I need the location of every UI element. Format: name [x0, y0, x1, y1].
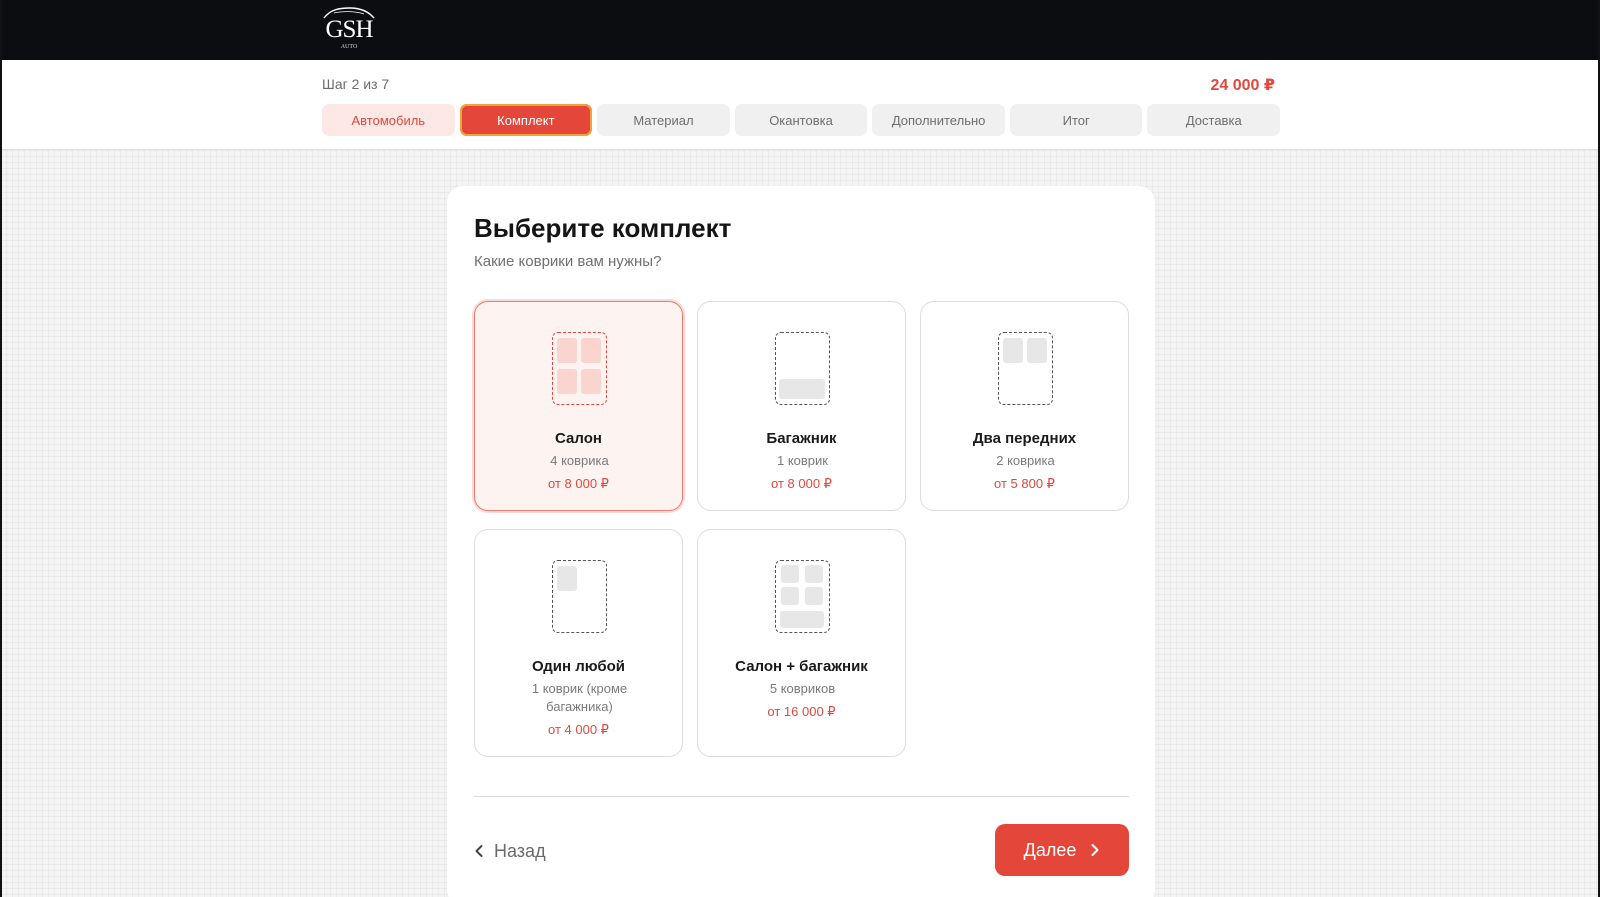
- option-count: 1 коврик: [777, 453, 828, 468]
- step-tab-car[interactable]: Автомобиль: [322, 104, 455, 136]
- step-counter: Шаг 2 из 7: [322, 76, 390, 92]
- wizard-header: Шаг 2 из 7 24 000 ₽ Автомобиль Комплект …: [2, 60, 1598, 150]
- cabin-mats-icon: [552, 332, 607, 405]
- brand-logo[interactable]: GSH AUTO: [320, 6, 378, 54]
- next-button-label: Далее: [1023, 839, 1077, 860]
- step-tab-extras[interactable]: Дополнительно: [872, 104, 1005, 136]
- chevron-right-icon: [1091, 844, 1099, 856]
- option-count: 1 коврик (кроме багажника): [531, 681, 628, 714]
- step-tab-material[interactable]: Материал: [597, 104, 730, 136]
- option-cabin-trunk[interactable]: Салон + багажник 5 ковриков от 16 000 ₽: [697, 529, 906, 757]
- option-name: Один любой: [531, 658, 626, 675]
- option-price: от 4 000 ₽: [548, 722, 609, 737]
- step-tab-delivery[interactable]: Доставка: [1147, 104, 1281, 136]
- option-price: от 16 000 ₽: [767, 704, 836, 719]
- step-tab-summary[interactable]: Итог: [1009, 104, 1143, 136]
- option-name: Салон + багажник: [735, 658, 868, 675]
- option-price: от 8 000 ₽: [548, 476, 609, 491]
- option-count: 2 коврика: [996, 453, 1055, 468]
- divider: [474, 796, 1129, 797]
- option-two-front[interactable]: Два передних 2 коврика от 5 800 ₽: [920, 301, 1129, 511]
- option-single-any[interactable]: Один любой 1 коврик (кроме багажника) от…: [474, 529, 683, 757]
- step-tab-set[interactable]: Комплект: [459, 104, 593, 136]
- chevron-left-icon: [475, 845, 483, 857]
- single-mat-icon: [552, 560, 607, 633]
- option-count: 5 ковриков: [769, 681, 836, 696]
- back-button-label: Назад: [494, 840, 546, 861]
- trunk-mat-icon: [775, 332, 830, 405]
- next-button[interactable]: Далее: [995, 824, 1129, 876]
- option-name: Два передних: [972, 430, 1077, 447]
- logo-text: GSH: [325, 16, 373, 43]
- set-selection-card: Выберите комплект Какие коврики вам нужн…: [447, 186, 1155, 897]
- cabin-trunk-mats-icon: [775, 560, 830, 633]
- option-name: Багажник: [766, 430, 837, 447]
- option-cabin[interactable]: Салон 4 коврика от 8 000 ₽: [474, 301, 683, 511]
- option-price: от 5 800 ₽: [994, 476, 1055, 491]
- logo-subtext: AUTO: [340, 44, 358, 50]
- page-title: Выберите комплект: [474, 213, 732, 243]
- back-button[interactable]: Назад: [474, 836, 546, 866]
- option-price: от 8 000 ₽: [771, 476, 832, 491]
- front-mats-icon: [998, 332, 1053, 405]
- option-name: Салон: [555, 430, 602, 447]
- option-trunk[interactable]: Багажник 1 коврик от 8 000 ₽: [697, 301, 906, 511]
- step-tabs: Автомобиль Комплект Материал Окантовка Д…: [322, 104, 1281, 136]
- top-bar: GSH AUTO: [2, 0, 1598, 60]
- total-price: 24 000 ₽: [1210, 77, 1275, 94]
- step-tab-edging[interactable]: Окантовка: [734, 104, 868, 136]
- page-subtitle: Какие коврики вам нужны?: [474, 253, 662, 270]
- option-count: 4 коврика: [550, 453, 609, 468]
